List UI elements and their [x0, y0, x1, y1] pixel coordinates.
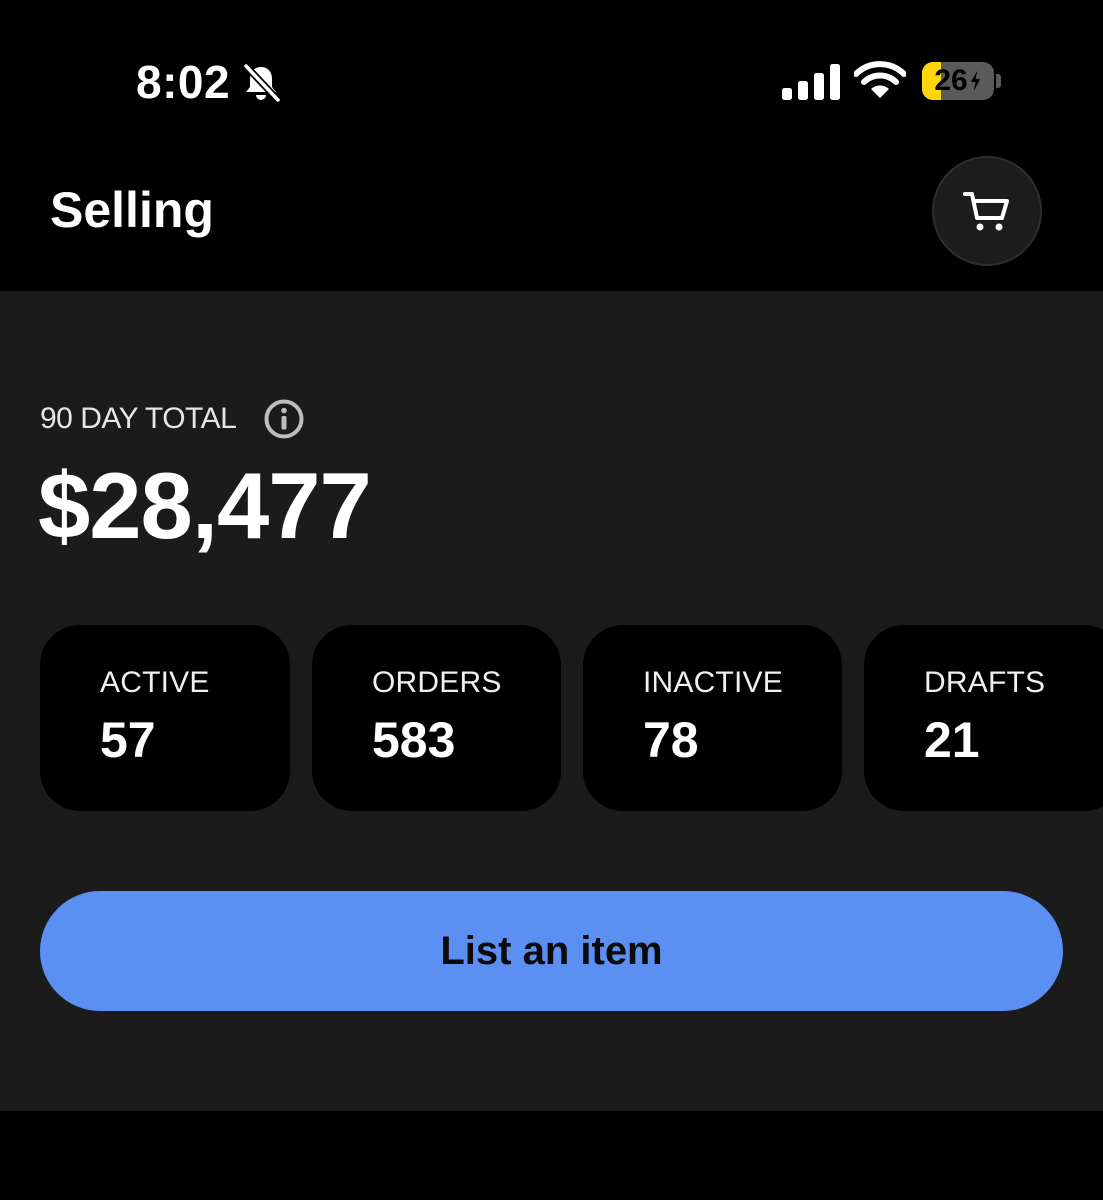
wifi-icon [854, 61, 906, 98]
stat-card-drafts[interactable]: DRAFTS 21 [864, 625, 1103, 811]
cart-icon [963, 192, 1009, 231]
total-label: 90 DAY TOTAL [40, 402, 237, 435]
cart-button[interactable] [932, 156, 1042, 266]
status-time: 8:02 [136, 56, 231, 108]
stat-label: DRAFTS [924, 666, 1046, 699]
info-icon[interactable] [263, 398, 305, 440]
total-value: $28,477 [38, 453, 372, 558]
selling-summary-panel: 90 DAY TOTAL $28,477 ACTIVE 57 ORDERS 58… [0, 291, 1103, 1111]
stat-label: ACTIVE [100, 666, 210, 699]
stat-card-inactive[interactable]: INACTIVE 78 [583, 625, 842, 811]
battery-cap [996, 74, 1001, 88]
stat-card-orders[interactable]: ORDERS 583 [312, 625, 561, 811]
stats-carousel[interactable]: ACTIVE 57 ORDERS 583 INACTIVE 78 DRAFTS … [40, 625, 1103, 811]
list-item-button[interactable]: List an item [40, 891, 1063, 1011]
stat-card-active[interactable]: ACTIVE 57 [40, 625, 290, 811]
battery-indicator: 26 [922, 62, 994, 100]
stat-value: 78 [643, 712, 699, 768]
stat-value: 57 [100, 712, 156, 768]
selling-screen: 8:02 26 Selling 90 DAY TOTAL $28,477 ACT… [0, 0, 1103, 1200]
battery-level: 26 [934, 64, 968, 97]
stat-label: INACTIVE [643, 666, 783, 699]
stat-label: ORDERS [372, 666, 502, 699]
stat-value: 583 [372, 712, 456, 768]
bell-slash-icon [243, 63, 281, 103]
cellular-signal-icon [782, 64, 840, 100]
status-bar: 8:02 26 [0, 0, 1103, 150]
page-title: Selling [50, 182, 214, 238]
battery-charging-icon [970, 70, 980, 92]
stat-value: 21 [924, 712, 980, 768]
